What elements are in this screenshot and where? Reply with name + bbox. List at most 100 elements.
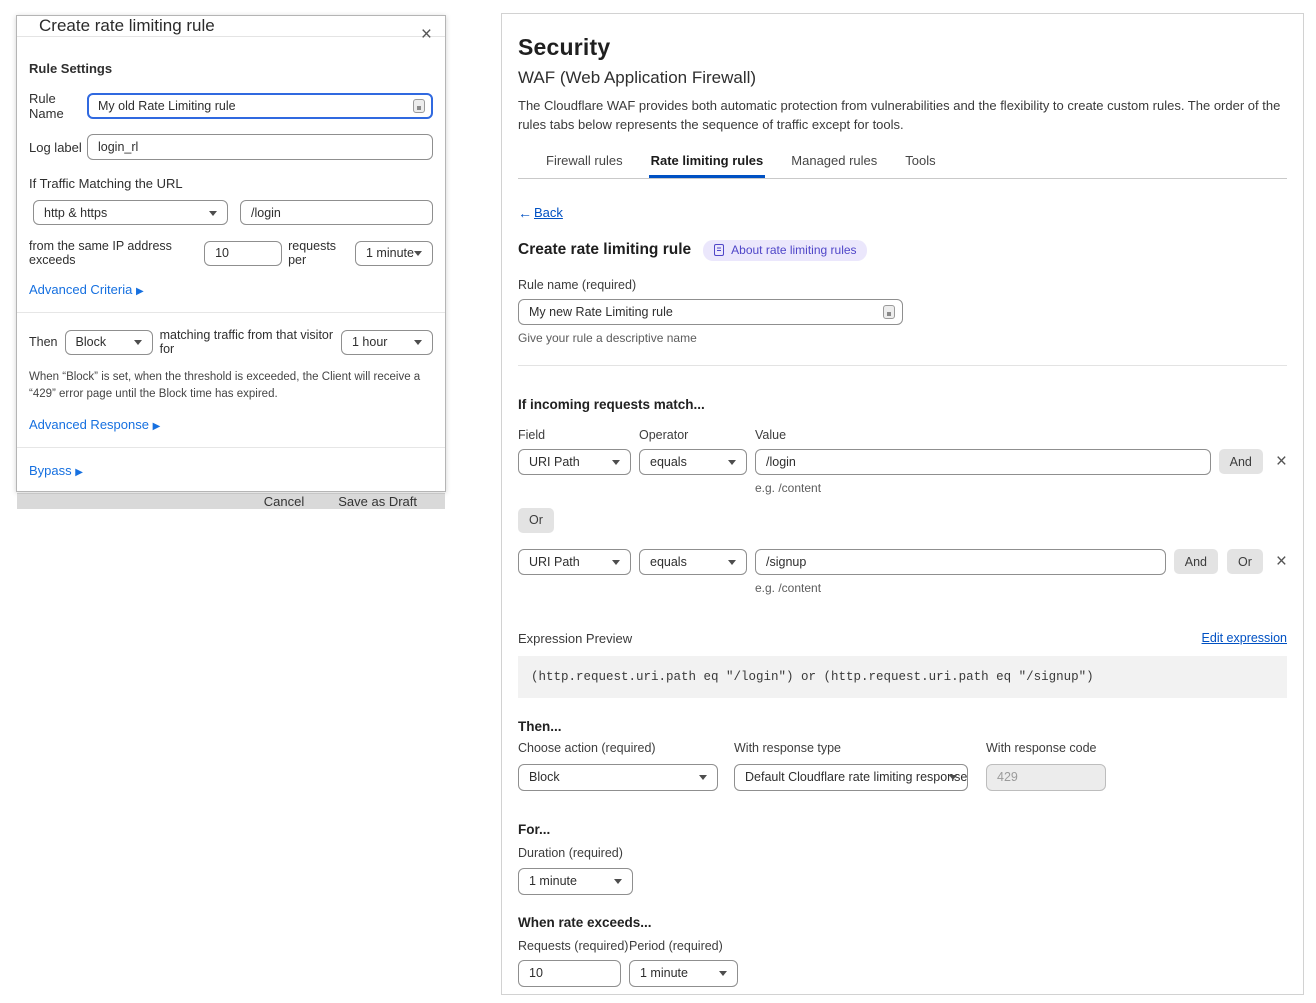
expand-arrow-icon: ▶ — [153, 421, 161, 432]
expand-arrow-icon: ▶ — [136, 286, 144, 297]
rule-name-input[interactable] — [87, 93, 433, 119]
traffic-match-label: If Traffic Matching the URL — [29, 176, 433, 191]
url-pattern-input[interactable] — [240, 200, 433, 225]
requests-label: Requests (required) — [518, 939, 629, 953]
then-suffix-text: matching traffic from that visitor for — [160, 328, 334, 356]
action-select[interactable]: Block — [518, 764, 718, 791]
value-input[interactable] — [755, 549, 1166, 575]
operator-label: Operator — [639, 428, 755, 442]
rule-name-helper: Give your rule a descriptive name — [518, 331, 1287, 345]
tab-tools[interactable]: Tools — [903, 153, 937, 178]
expand-arrow-icon: ▶ — [75, 467, 83, 478]
block-note-text: When “Block” is set, when the threshold … — [29, 369, 433, 404]
field-select[interactable]: URI Path — [518, 449, 631, 475]
rule-name-label: Rule Name — [29, 91, 87, 121]
document-icon — [713, 244, 725, 256]
value-input[interactable] — [755, 449, 1211, 475]
value-helper: e.g. /content — [755, 481, 1287, 495]
then-section-title: Then... — [518, 719, 1287, 734]
scheme-select[interactable]: http & https — [33, 200, 228, 225]
bypass-link[interactable]: Bypass ▶ — [29, 463, 433, 478]
page-subtitle: WAF (Web Application Firewall) — [518, 68, 1287, 88]
chevron-down-icon — [699, 775, 707, 780]
and-button[interactable]: And — [1219, 449, 1263, 474]
dialog-body: Rule Settings Rule Name Log label If Tra… — [17, 37, 445, 493]
close-icon[interactable]: × — [421, 25, 432, 44]
duration-label: Duration (required) — [518, 846, 1287, 860]
expression-preview-label: Expression Preview — [518, 631, 632, 646]
chevron-down-icon — [414, 251, 422, 256]
duration-select[interactable]: 1 minute — [518, 868, 633, 895]
log-label-input[interactable] — [87, 134, 433, 160]
back-arrow-icon: ← — [518, 205, 532, 221]
match-section-title: If incoming requests match... — [518, 397, 1287, 412]
chevron-down-icon — [719, 971, 727, 976]
chevron-down-icon — [949, 775, 957, 780]
threshold-prefix-text: from the same IP address exceeds — [29, 239, 198, 267]
dialog-header: Create rate limiting rule × — [17, 16, 445, 37]
rules-tabs: Firewall rules Rate limiting rules Manag… — [518, 153, 1287, 179]
remove-condition-icon[interactable]: × — [1276, 452, 1287, 471]
field-select[interactable]: URI Path — [518, 549, 631, 575]
response-code-label: With response code — [986, 741, 1106, 755]
or-button[interactable]: Or — [518, 508, 554, 533]
back-link[interactable]: Back — [534, 205, 563, 220]
threshold-input[interactable] — [204, 241, 282, 266]
response-type-label: With response type — [734, 741, 968, 755]
tab-managed-rules[interactable]: Managed rules — [789, 153, 879, 178]
rate-section-title: When rate exceeds... — [518, 915, 1287, 930]
create-rule-heading: Create rate limiting rule — [518, 241, 691, 259]
tab-rate-limiting-rules[interactable]: Rate limiting rules — [649, 153, 766, 178]
period-label: Period (required) — [629, 939, 723, 953]
page-description: The Cloudflare WAF provides both automat… — [518, 97, 1283, 135]
ban-duration-select[interactable]: 1 hour — [341, 330, 433, 355]
field-label: Field — [518, 428, 639, 442]
edit-expression-link[interactable]: Edit expression — [1202, 631, 1287, 645]
match-row-2: URI Path equals And Or × — [518, 549, 1287, 575]
tab-firewall-rules[interactable]: Firewall rules — [544, 153, 625, 178]
match-row-1: URI Path equals And × — [518, 449, 1287, 475]
chevron-down-icon — [414, 340, 422, 345]
value-helper: e.g. /content — [755, 581, 1287, 595]
log-label-label: Log label — [29, 140, 87, 155]
page-title: Security — [518, 34, 1287, 61]
create-rate-limiting-rule-dialog: Create rate limiting rule × Rule Setting… — [16, 15, 446, 492]
chevron-down-icon — [209, 211, 217, 216]
advanced-criteria-link[interactable]: Advanced Criteria ▶ — [29, 282, 433, 297]
dialog-footer: Cancel Save as Draft — [17, 493, 445, 509]
and-button[interactable]: And — [1174, 549, 1218, 574]
chevron-down-icon — [728, 560, 736, 565]
about-rate-limiting-badge[interactable]: About rate limiting rules — [703, 240, 866, 261]
requests-input[interactable] — [518, 960, 621, 987]
operator-select[interactable]: equals — [639, 449, 747, 475]
response-code-input — [986, 764, 1106, 791]
or-button[interactable]: Or — [1227, 549, 1263, 574]
advanced-response-link[interactable]: Advanced Response ▶ — [29, 417, 433, 432]
choose-action-label: Choose action (required) — [518, 741, 718, 755]
divider — [518, 365, 1287, 366]
action-select[interactable]: Block — [65, 330, 153, 355]
autofill-icon[interactable] — [883, 305, 895, 319]
rate-period-select[interactable]: 1 minute — [629, 960, 738, 987]
then-label: Then — [29, 335, 58, 349]
response-type-select[interactable]: Default Cloudflare rate limiting respons… — [734, 764, 968, 791]
chevron-down-icon — [614, 879, 622, 884]
operator-select[interactable]: equals — [639, 549, 747, 575]
divider — [17, 312, 445, 313]
chevron-down-icon — [728, 460, 736, 465]
value-label: Value — [755, 428, 786, 442]
save-as-draft-button[interactable]: Save as Draft — [338, 494, 417, 509]
rule-name-input[interactable] — [518, 299, 903, 325]
waf-rate-limiting-panel: Security WAF (Web Application Firewall) … — [501, 13, 1304, 995]
period-select[interactable]: 1 minute — [355, 241, 433, 266]
for-section-title: For... — [518, 822, 1287, 837]
chevron-down-icon — [134, 340, 142, 345]
rule-name-label: Rule name (required) — [518, 278, 1287, 292]
divider — [17, 447, 445, 448]
autofill-icon[interactable] — [413, 99, 425, 113]
threshold-unit-text: requests per — [288, 239, 349, 267]
chevron-down-icon — [612, 460, 620, 465]
cancel-button[interactable]: Cancel — [264, 494, 304, 509]
remove-condition-icon[interactable]: × — [1276, 552, 1287, 571]
chevron-down-icon — [612, 560, 620, 565]
